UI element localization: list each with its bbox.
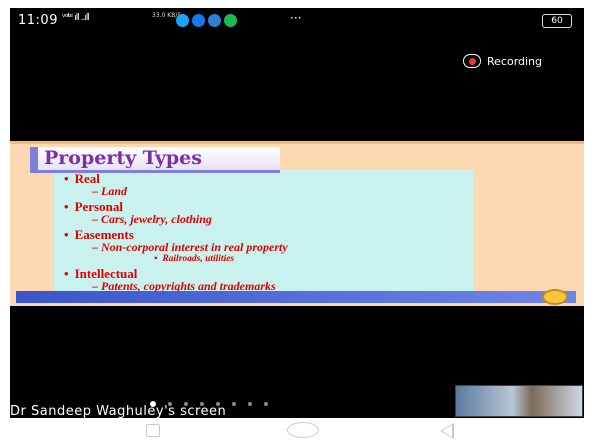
facebook-icon bbox=[192, 14, 205, 27]
recent-apps-button[interactable] bbox=[146, 424, 160, 437]
edge-browser-icon bbox=[176, 14, 189, 27]
video-thumbnail[interactable] bbox=[455, 385, 583, 417]
navigation-bar bbox=[0, 418, 591, 445]
recording-label: Recording bbox=[487, 54, 543, 68]
slide-divider bbox=[10, 141, 584, 144]
more-notifications-icon: ··· bbox=[290, 11, 302, 25]
slide-bullet-level-2: Cars, jewelry, clothing bbox=[92, 212, 212, 227]
recording-indicator[interactable]: Recording bbox=[463, 52, 542, 70]
slide-bullet-level-3: Railroads, utilities bbox=[154, 254, 234, 264]
notification-icons bbox=[176, 14, 237, 27]
slide-bullet-level-2: Non-corporal interest in real property bbox=[92, 240, 288, 255]
record-icon bbox=[463, 54, 481, 68]
slide-bullet-level-2: Land bbox=[92, 184, 127, 199]
camera-icon bbox=[224, 14, 237, 27]
slide-title: Property Types bbox=[44, 147, 202, 169]
signal-icon: ᵛᵒˡᵗᵉ ıll ..ıll bbox=[62, 13, 90, 23]
slide-content: RealLandPersonalCars, jewelry, clothingE… bbox=[54, 169, 474, 293]
slide-footer-bar bbox=[16, 291, 576, 303]
status-time: 11:09 bbox=[18, 13, 58, 28]
slide-title-box: Property Types bbox=[30, 147, 280, 173]
meeting-screen: 11:09 ᵛᵒˡᵗᵉ ıll ..ıll 33.0 KB/S ··· 60 R… bbox=[10, 8, 584, 418]
home-button[interactable] bbox=[287, 422, 319, 438]
presenter-label: Dr Sandeep Waghuley's screen bbox=[10, 404, 227, 418]
page-dot[interactable] bbox=[232, 402, 236, 406]
gallery-icon bbox=[208, 14, 221, 27]
page-dot[interactable] bbox=[248, 402, 252, 406]
shared-slide: RealLandPersonalCars, jewelry, clothingE… bbox=[10, 141, 584, 306]
back-button[interactable] bbox=[440, 423, 454, 439]
page-dot[interactable] bbox=[264, 402, 268, 406]
slide-logo-icon bbox=[542, 289, 568, 305]
status-bar: 11:09 ᵛᵒˡᵗᵉ ıll ..ıll 33.0 KB/S ··· 60 bbox=[10, 8, 584, 34]
battery-icon: 60 bbox=[542, 14, 572, 28]
